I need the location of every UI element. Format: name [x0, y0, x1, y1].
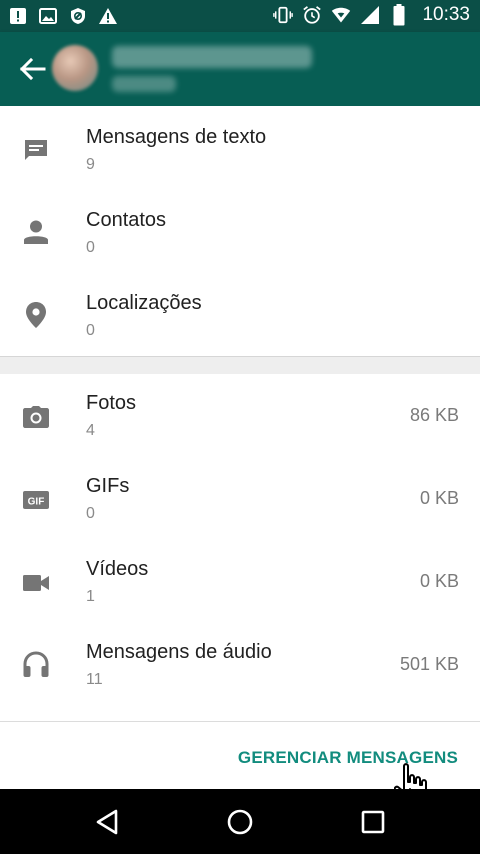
- gif-icon: GIF: [22, 486, 50, 514]
- blurred-contact-subtitle: [112, 76, 176, 92]
- recents-square-icon[interactable]: [358, 807, 388, 837]
- list-item-size: 501 KB: [399, 654, 459, 674]
- alarm-icon: [302, 5, 322, 25]
- media-section: Fotos 4 86 KB GIF GIFs 0 0 KB Vídeos 1 0…: [0, 374, 480, 721]
- signal-icon: [360, 5, 380, 25]
- avatar[interactable]: [52, 45, 98, 91]
- list-item[interactable]: Vídeos 1 0 KB: [0, 540, 480, 622]
- person-icon: [22, 218, 50, 246]
- video-icon: [22, 569, 50, 597]
- vibrate-icon: [273, 5, 294, 25]
- shield-icon: [68, 6, 88, 26]
- camera-icon: [22, 403, 50, 431]
- list-item-count: 0: [86, 239, 95, 256]
- list-item-count: 4: [86, 422, 95, 439]
- list-item-count: 11: [86, 671, 103, 688]
- app-bar: [0, 32, 480, 106]
- list-item-title: Localizações: [86, 292, 202, 314]
- alert-box-icon: [8, 6, 28, 26]
- list-item-size: 86 KB: [409, 405, 459, 425]
- list-item-title: Mensagens de texto: [86, 126, 267, 148]
- list-item[interactable]: Contatos 0: [0, 189, 480, 271]
- list-item-size: 0 KB: [419, 571, 459, 591]
- list-item-title: Contatos: [86, 209, 167, 231]
- list-item[interactable]: Mensagens de texto 9: [0, 106, 480, 188]
- battery-icon: [389, 4, 409, 26]
- headphones-icon: [22, 651, 50, 679]
- messages-section: Mensagens de texto 9 Contatos 0 Localiza…: [0, 106, 480, 356]
- status-left-icons: [8, 6, 118, 26]
- location-pin-icon: [22, 301, 50, 329]
- list-item-title: Fotos: [86, 392, 137, 414]
- message-icon: [22, 136, 50, 164]
- arrow-back-icon[interactable]: [18, 57, 46, 81]
- wifi-icon: [331, 5, 351, 25]
- list-item[interactable]: GIF GIFs 0 0 KB: [0, 457, 480, 539]
- image-icon: [38, 6, 58, 26]
- warning-icon: [98, 6, 118, 26]
- list-item-title: Mensagens de áudio: [86, 641, 272, 663]
- svg-text:GIF: GIF: [28, 497, 45, 508]
- list-item-title: Vídeos: [86, 558, 149, 580]
- status-right-icons: 10:33: [273, 4, 470, 26]
- list-item-count: 9: [86, 156, 95, 173]
- list-item[interactable]: Mensagens de áudio 11 501 KB: [0, 623, 480, 705]
- list-item-size: 0 KB: [419, 488, 459, 508]
- list-item-title: GIFs: [86, 475, 130, 497]
- list-item[interactable]: Localizações 0: [0, 272, 480, 354]
- home-circle-icon[interactable]: [225, 807, 255, 837]
- navigation-bar: [0, 789, 480, 854]
- list-item-count: 0: [86, 322, 95, 339]
- list-item[interactable]: Fotos 4 86 KB: [0, 374, 480, 456]
- status-bar: 10:33: [0, 0, 480, 32]
- bottom-divider: [0, 721, 480, 722]
- status-time: 10:33: [422, 4, 470, 25]
- section-divider: [0, 356, 480, 375]
- list-item-count: 1: [86, 588, 95, 605]
- list-item-count: 0: [86, 505, 95, 522]
- back-triangle-icon[interactable]: [92, 807, 122, 837]
- blurred-contact-name: [112, 46, 312, 68]
